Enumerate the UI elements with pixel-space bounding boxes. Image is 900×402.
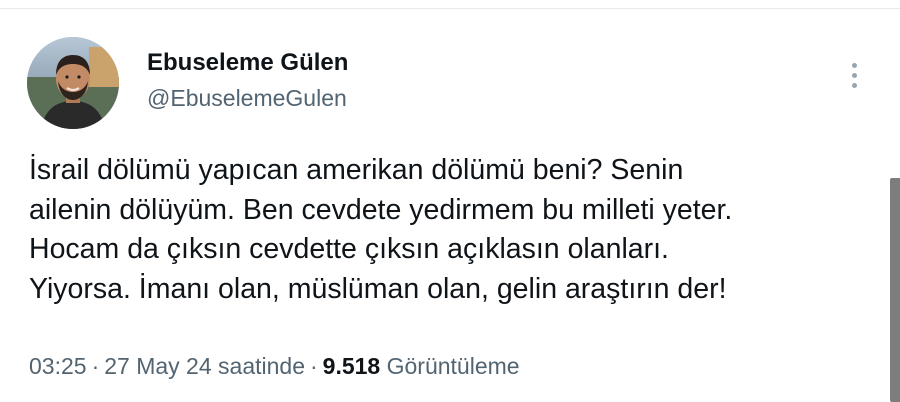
more-options-button[interactable]: [840, 57, 868, 93]
tweet-text: İsrail dölümü yapıcan amerikan dölümü be…: [29, 151, 889, 309]
author-handle[interactable]: @EbuselemeGulen: [147, 84, 347, 112]
tweet-metadata: 03:25 · 27 May 24 saatinde · 9.518 Görüntüle…: [29, 352, 520, 380]
views-label: Görüntüleme: [386, 353, 520, 379]
more-vertical-icon-dot: [851, 72, 857, 78]
views-count: 9.518: [322, 353, 381, 379]
tweet-card[interactable]: Ebuseleme Gülen @EbuselemeGulen İsrail d…: [0, 9, 900, 402]
meta-separator: ·: [309, 353, 318, 379]
meta-separator: ·: [91, 353, 100, 379]
tweet-time[interactable]: 03:25: [29, 353, 87, 379]
avatar[interactable]: [27, 37, 119, 129]
tweet-text-line: İsrail dölümü yapıcan amerikan dölümü be…: [29, 154, 684, 186]
tweet-text-line: Yiyorsa. İmanı olan, müslüman olan, geli…: [29, 272, 727, 305]
scrollbar[interactable]: [890, 178, 900, 402]
tweet-text-line: Hocam da çıksın cevdette çıksın açıklası…: [29, 233, 669, 265]
more-vertical-icon: [851, 62, 857, 68]
more-vertical-icon-dot: [851, 82, 857, 88]
profile-photo-icon: [27, 37, 119, 129]
tweet-date[interactable]: 27 May 24 saatinde: [104, 353, 305, 379]
tweet-text-line: ailenin dölüyüm. Ben cevdete yedirmem bu…: [29, 193, 733, 226]
author-display-name[interactable]: Ebuseleme Gülen: [147, 49, 348, 77]
